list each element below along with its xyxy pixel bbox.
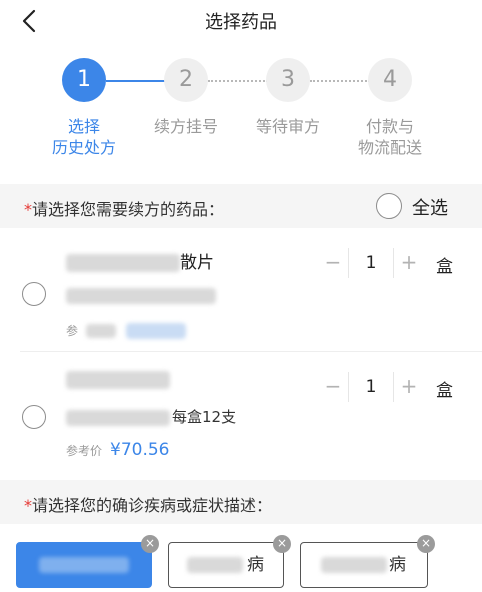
decrease-button[interactable]: − [318,372,348,402]
reference-price-value: ¥70.56 [110,440,170,460]
step-1-label-line2: 历史处方 [51,138,116,157]
close-icon[interactable]: × [141,535,159,553]
tag-text-suffix: 病 [247,555,264,575]
diagnosis-tag[interactable]: 病 × [168,535,291,588]
step-1-label: 选择 历史处方 [39,116,129,158]
reference-price-label: 参考价 [66,444,103,458]
quantity-stepper[interactable]: − 1 + [318,372,424,402]
redacted-text [187,557,243,573]
drug-item[interactable]: 每盒12支 参考价 ¥70.56 − 1 + 盒 [0,356,482,476]
drug-reference-price: 参 [66,320,187,339]
step-1-circle: 1 [62,58,106,102]
step-2-label-line1: 续方挂号 [153,117,218,136]
close-icon[interactable]: × [273,535,291,553]
select-all-radio[interactable] [376,193,402,219]
page-title: 选择药品 [205,12,277,33]
drug-reference-price: 参考价 ¥70.56 [66,440,170,460]
step-connector [106,80,166,82]
select-all-label[interactable]: 全选 [412,194,448,220]
drug-prompt-text: 请选择您需要续方的药品： [32,200,225,219]
required-mark: * [24,200,32,219]
decrease-button[interactable]: − [318,248,348,278]
redacted-text [66,371,170,389]
quantity-value[interactable]: 1 [348,372,394,402]
quantity-unit: 盒 [436,381,453,401]
diagnosis-section-header: *请选择您的确诊疾病或症状描述： [0,480,482,524]
drug-spec-suffix: 每盒12支 [172,408,237,426]
drug-select-radio[interactable] [22,405,46,429]
redacted-text [66,254,180,272]
diagnosis-tag[interactable]: 病 × [300,535,435,588]
step-4-label: 付款与 物流配送 [345,116,435,158]
step-3-label-line1: 等待审方 [255,117,320,136]
redacted-text [66,287,216,304]
drug-name: 散片 [66,248,214,273]
drug-spec: 每盒12支 [66,406,236,427]
reference-price-label: 参 [66,324,79,338]
step-4-circle: 4 [368,58,412,102]
redacted-text [86,323,117,338]
quantity-stepper[interactable]: − 1 + [318,248,424,278]
drug-section-header: *请选择您需要续方的药品： 全选 [0,184,482,228]
step-connector [208,80,268,82]
step-2-label: 续方挂号 [141,116,231,137]
diagnosis-tag[interactable]: × [16,535,159,588]
redacted-text [321,557,387,573]
tag-text-suffix: 病 [389,555,406,575]
diagnosis-prompt-text: 请选择您的确诊疾病或症状描述： [32,496,273,515]
close-icon[interactable]: × [417,535,435,553]
quantity-value[interactable]: 1 [348,248,394,278]
quantity-unit: 盒 [436,257,453,277]
drug-name-suffix: 散片 [180,253,214,273]
diagnosis-prompt: *请选择您的确诊疾病或症状描述： [24,492,272,516]
drug-spec [66,286,216,304]
header-bar: 选择药品 [0,0,482,40]
step-4-label-line1: 付款与 [365,117,414,136]
increase-button[interactable]: + [394,248,424,278]
step-3-circle: 3 [266,58,310,102]
step-2-circle: 2 [164,58,208,102]
required-mark: * [24,496,32,515]
drug-select-radio[interactable] [22,282,46,306]
step-4-label-line2: 物流配送 [357,138,422,157]
drug-name [66,370,170,390]
step-3-label: 等待审方 [243,116,333,137]
divider [20,351,482,352]
step-1-label-line1: 选择 [67,117,100,136]
drug-prompt: *请选择您需要续方的药品： [24,196,224,220]
step-connector [310,80,370,82]
redacted-text [39,557,129,573]
redacted-price [126,322,187,339]
redacted-text [66,409,170,426]
increase-button[interactable]: + [394,372,424,402]
drug-item[interactable]: 散片 参 − 1 + 盒 [0,232,482,352]
